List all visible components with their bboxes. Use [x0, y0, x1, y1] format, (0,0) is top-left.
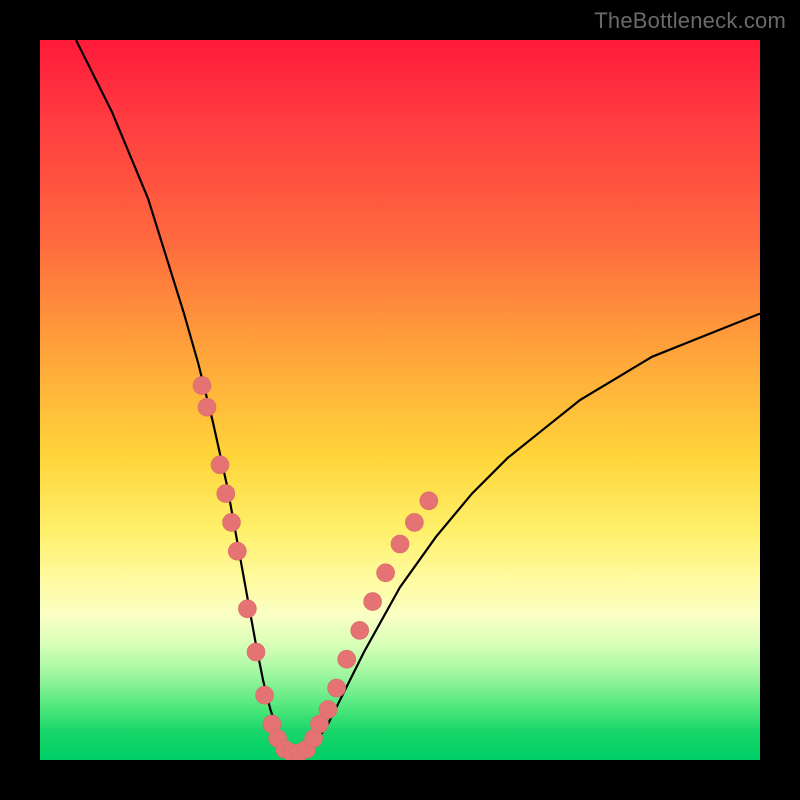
data-marker — [391, 535, 409, 553]
data-marker — [420, 492, 438, 510]
data-marker — [319, 701, 337, 719]
chart-overlay — [40, 40, 760, 760]
data-marker — [193, 377, 211, 395]
data-marker — [211, 456, 229, 474]
data-marker — [217, 485, 235, 503]
data-marker — [377, 564, 395, 582]
marker-group — [193, 377, 438, 760]
data-marker — [351, 621, 369, 639]
bottleneck-curve — [76, 40, 760, 753]
data-marker — [256, 686, 274, 704]
data-marker — [328, 679, 346, 697]
chart-frame: TheBottleneck.com — [0, 0, 800, 800]
watermark-text: TheBottleneck.com — [594, 8, 786, 34]
data-marker — [223, 513, 241, 531]
data-marker — [405, 513, 423, 531]
data-marker — [364, 593, 382, 611]
data-marker — [247, 643, 265, 661]
data-marker — [198, 398, 216, 416]
data-marker — [228, 542, 246, 560]
plot-area — [40, 40, 760, 760]
data-marker — [338, 650, 356, 668]
data-marker — [238, 600, 256, 618]
